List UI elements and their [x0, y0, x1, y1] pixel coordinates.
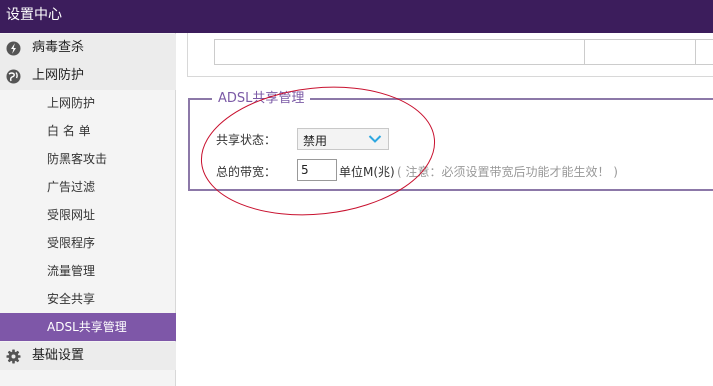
sidebar-section-basic-settings[interactable]: 基础设置	[0, 342, 176, 370]
bandwidth-note: ( 注意：必须设置带宽后功能才能生效！ )	[397, 165, 618, 179]
chevron-down-icon	[368, 135, 382, 143]
main-content: ADSL共享管理 共享状态： 禁用 总的带宽： 5 单位M(兆) ( 注意：必须…	[177, 33, 713, 386]
sidebar-item-web-protection[interactable]: 上网防护	[0, 89, 176, 117]
sidebar-item-adsl-sharing[interactable]: ADSL共享管理	[0, 313, 176, 341]
table-cell	[215, 40, 585, 64]
sidebar: 病毒查杀 上网防护 上网防护 白 名 单 防黑客攻击 广告过滤 受限网址 受限程…	[0, 33, 176, 386]
virus-scan-icon	[6, 41, 21, 56]
bandwidth-label: 总的带宽：	[216, 165, 277, 179]
share-status-select[interactable]: 禁用	[297, 128, 389, 150]
previous-panel	[187, 33, 713, 77]
sidebar-item-anti-hacker[interactable]: 防黑客攻击	[0, 145, 176, 173]
sidebar-section-label: 病毒查杀	[32, 40, 85, 55]
sidebar-item-ad-filter[interactable]: 广告过滤	[0, 173, 176, 201]
previous-panel-table	[214, 39, 713, 65]
sidebar-section-label: 上网防护	[32, 68, 85, 83]
bandwidth-unit: 单位M(兆)	[339, 165, 395, 179]
sidebar-item-restricted-programs[interactable]: 受限程序	[0, 229, 176, 257]
window-title-bar: 设置中心	[0, 0, 713, 33]
adsl-sharing-group: ADSL共享管理 共享状态： 禁用 总的带宽： 5 单位M(兆) ( 注意：必须…	[188, 91, 713, 191]
sidebar-section-virus-scan[interactable]: 病毒查杀	[0, 34, 176, 62]
share-status-value: 禁用	[303, 134, 328, 148]
sidebar-section-label: 基础设置	[32, 348, 85, 363]
sidebar-item-traffic-management[interactable]: 流量管理	[0, 257, 176, 285]
bandwidth-input[interactable]: 5	[297, 159, 337, 181]
window-title: 设置中心	[6, 7, 62, 23]
group-legend: ADSL共享管理	[212, 91, 311, 107]
sidebar-item-restricted-urls[interactable]: 受限网址	[0, 201, 176, 229]
gear-icon	[6, 349, 21, 364]
sidebar-item-whitelist[interactable]: 白 名 单	[0, 117, 176, 145]
sidebar-section-web-protection[interactable]: 上网防护	[0, 62, 176, 90]
table-cell	[585, 40, 696, 64]
sidebar-item-secure-sharing[interactable]: 安全共享	[0, 285, 176, 313]
globe-icon	[6, 69, 21, 84]
share-status-label: 共享状态：	[216, 133, 277, 147]
